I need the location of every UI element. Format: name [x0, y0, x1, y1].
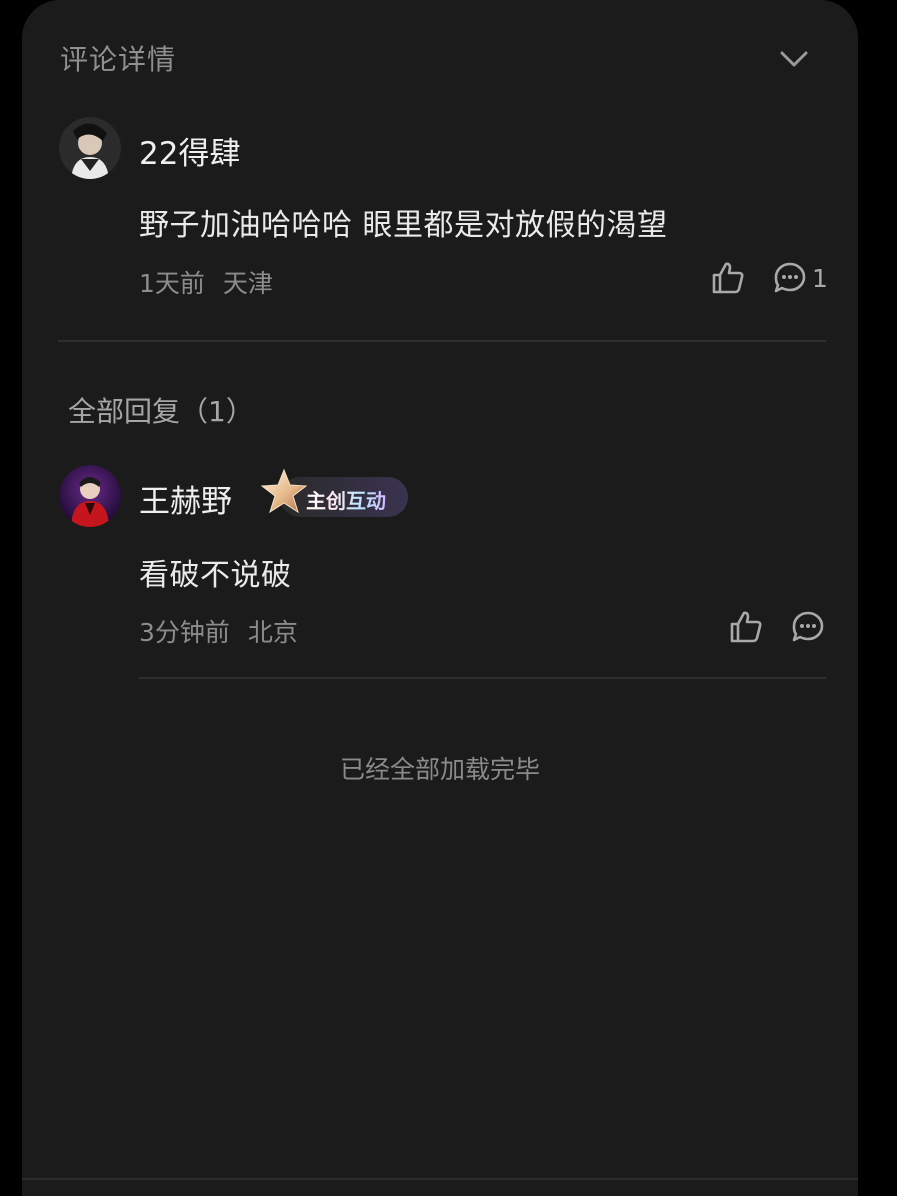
reply-username[interactable]: 王赫野	[139, 476, 232, 521]
comment-bubble-icon	[774, 262, 806, 293]
reply-meta: 3分钟前 北京	[139, 613, 298, 649]
end-of-list-text: 已经全部加载完毕	[339, 755, 540, 784]
comment-text: 野子加油哈哈哈 眼里都是对放假的渴望	[139, 208, 668, 243]
avatar[interactable]	[59, 117, 121, 179]
chevron-down-icon	[780, 51, 808, 67]
comment-time: 1天前	[139, 269, 205, 298]
badge-label: 主创互动	[306, 485, 386, 514]
star-badge-icon	[260, 468, 308, 514]
page-title: 评论详情	[60, 43, 177, 76]
collapse-button[interactable]	[774, 42, 814, 78]
replies-section-title: 全部回复（1）	[68, 395, 254, 428]
avatar[interactable]	[59, 465, 121, 527]
comment-location: 天津	[222, 269, 273, 298]
thumbs-up-icon	[712, 262, 744, 294]
comment-bubble-icon	[792, 611, 824, 642]
bottom-divider	[22, 1178, 858, 1180]
comment-username[interactable]: 22得肆	[139, 128, 240, 173]
like-button[interactable]	[728, 609, 764, 645]
divider	[58, 340, 826, 342]
divider	[139, 677, 826, 679]
reply-text: 看破不说破	[139, 558, 292, 593]
creator-interaction-badge: 主创互动	[258, 468, 408, 520]
reply-time: 3分钟前	[139, 618, 230, 647]
reply-count: 1	[812, 264, 828, 293]
like-button[interactable]	[710, 260, 746, 296]
thumbs-up-icon	[730, 611, 762, 643]
reply-location: 北京	[247, 618, 298, 647]
comment-detail-panel: 评论详情 22得肆 野子加油哈哈哈 眼里都是对放假的渴望 1天前 天津 1 全部…	[22, 0, 858, 1196]
reply-button[interactable]	[772, 260, 808, 296]
reply-button[interactable]	[790, 609, 826, 645]
comment-meta: 1天前 天津	[139, 264, 273, 300]
